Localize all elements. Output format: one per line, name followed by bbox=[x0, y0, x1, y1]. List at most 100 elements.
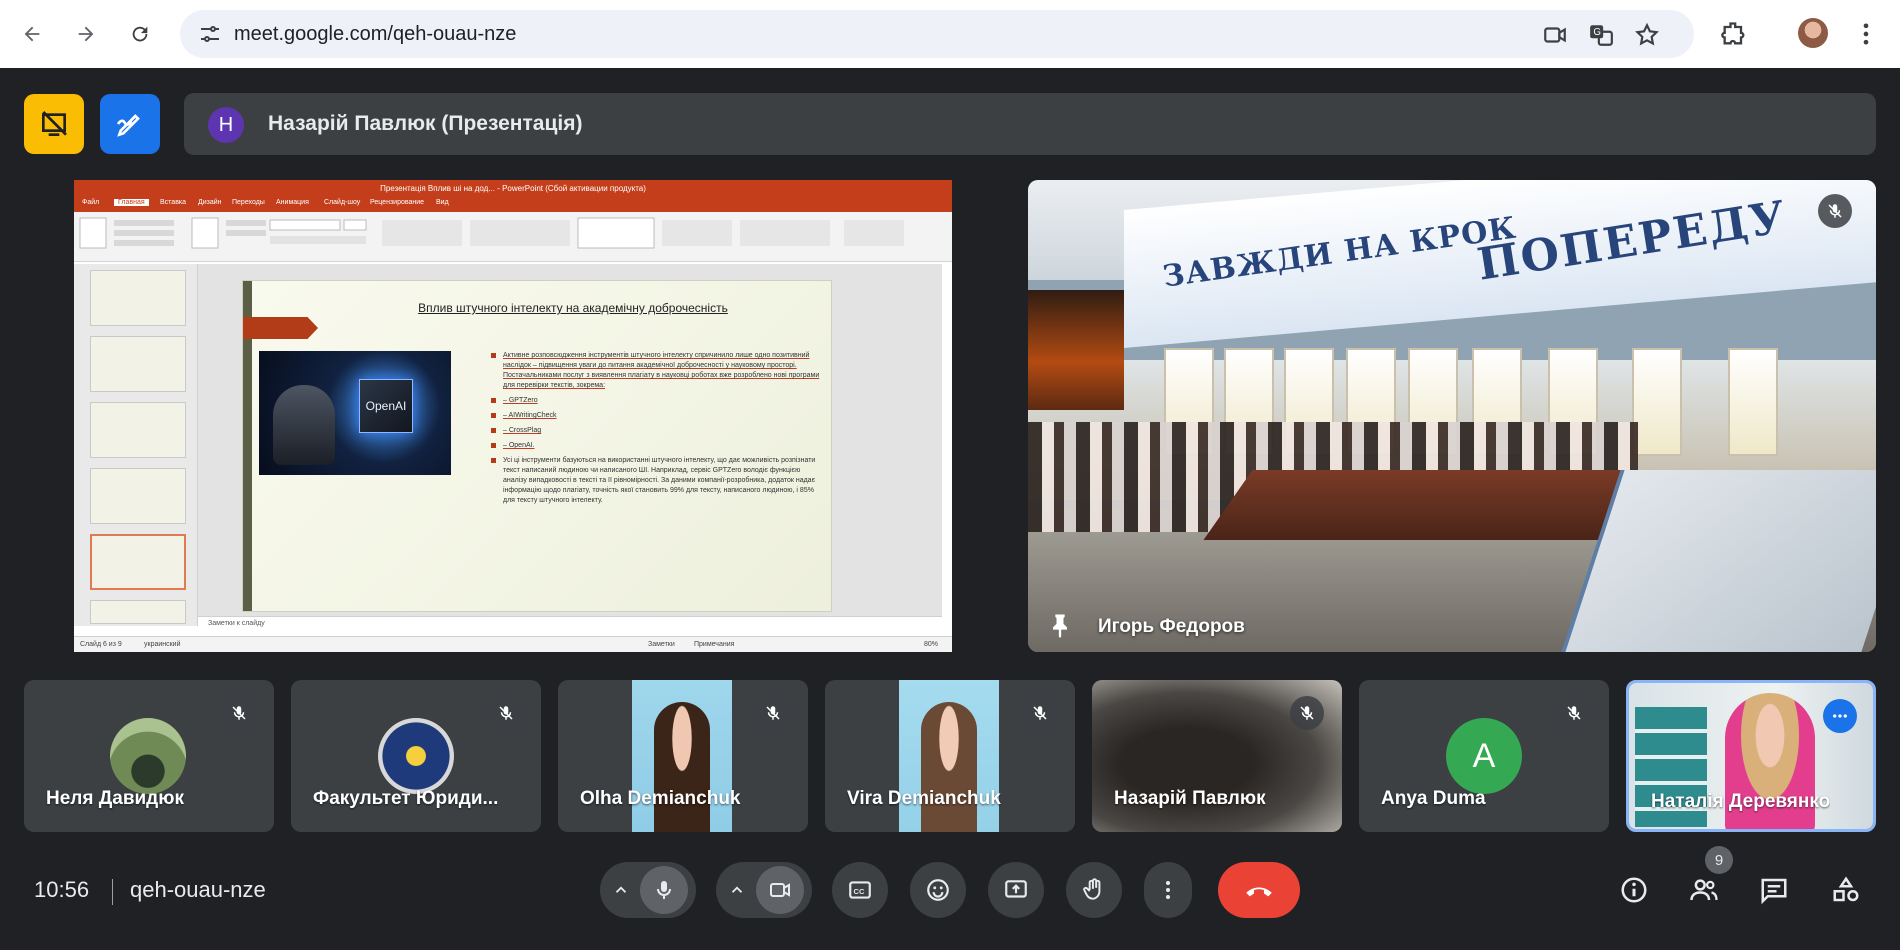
whiteboard-off-icon bbox=[42, 111, 67, 136]
participant-name: Факультет Юриди... bbox=[313, 788, 499, 809]
translate-icon[interactable]: G bbox=[1588, 22, 1614, 48]
site-settings-icon[interactable] bbox=[198, 22, 222, 46]
url-text[interactable]: meet.google.com/qeh-ouau-nze bbox=[234, 23, 516, 46]
ribbon-tab: Переходы bbox=[232, 199, 265, 206]
browser-toolbar: meet.google.com/qeh-ouau-nze G bbox=[0, 0, 1900, 68]
slide-counter: Слайд 6 из 9 bbox=[80, 641, 122, 648]
microphone-control[interactable] bbox=[600, 862, 696, 918]
activities-button[interactable] bbox=[1828, 872, 1864, 908]
participant-name: Olha Demianchuk bbox=[580, 788, 741, 809]
people-icon bbox=[1690, 879, 1718, 901]
participant-name: Неля Давидюк bbox=[46, 788, 184, 809]
back-arrow-icon[interactable] bbox=[16, 18, 48, 50]
language-status: украинский bbox=[144, 641, 181, 648]
presentation-tile[interactable]: Презентація Вплив ші на дод... - PowerPo… bbox=[74, 180, 952, 652]
emoji-icon bbox=[927, 879, 949, 901]
people-count-badge: 9 bbox=[1705, 846, 1733, 874]
annotate-button[interactable] bbox=[100, 94, 160, 154]
presenter-banner: Н Назарій Павлюк (Презентація) bbox=[184, 93, 1876, 155]
slide-notes[interactable]: Заметки к слайду bbox=[198, 616, 942, 630]
participant-name: Наталія Деревянко bbox=[1651, 791, 1831, 812]
mic-off-icon bbox=[489, 696, 523, 730]
more-options-button[interactable] bbox=[1144, 862, 1192, 918]
participant-tile[interactable]: Назарій Павлюк bbox=[1092, 680, 1342, 832]
bullet-item: Усі ці інструменти базуються на використ… bbox=[491, 456, 821, 506]
ribbon-tab: Вид bbox=[436, 199, 449, 206]
address-bar[interactable]: meet.google.com/qeh-ouau-nze G bbox=[180, 10, 1694, 58]
leave-call-button[interactable] bbox=[1218, 862, 1300, 918]
participant-tile[interactable]: Vira Demianchuk bbox=[825, 680, 1075, 832]
people-button[interactable] bbox=[1686, 872, 1722, 908]
chat-button[interactable] bbox=[1756, 872, 1792, 908]
microphone-button[interactable] bbox=[640, 866, 688, 914]
more-vert-icon bbox=[1166, 881, 1170, 899]
reactions-button[interactable] bbox=[910, 862, 966, 918]
presenter-label: Назарій Павлюк (Презентація) bbox=[268, 112, 583, 135]
pin-icon[interactable] bbox=[1046, 610, 1074, 640]
forward-arrow-icon[interactable] bbox=[70, 18, 102, 50]
mic-off-icon bbox=[1818, 194, 1852, 228]
participant-tile[interactable]: A Anya Duma bbox=[1359, 680, 1609, 832]
info-icon bbox=[1621, 877, 1647, 903]
camera-icon[interactable] bbox=[1542, 22, 1568, 48]
extensions-icon[interactable] bbox=[1720, 20, 1748, 48]
chevron-up-icon[interactable] bbox=[728, 881, 746, 899]
camera-control[interactable] bbox=[716, 862, 812, 918]
mic-off-icon bbox=[1023, 696, 1057, 730]
activities-shapes-icon bbox=[1833, 876, 1859, 902]
comments-toggle[interactable]: Примечания bbox=[694, 637, 734, 652]
meeting-details-button[interactable] bbox=[1616, 872, 1652, 908]
slide-thumbnail-selected[interactable] bbox=[90, 534, 186, 590]
more-options-icon[interactable] bbox=[1823, 699, 1857, 733]
chip-label: OpenAI bbox=[359, 379, 413, 433]
participant-tile[interactable]: Факультет Юриди... bbox=[291, 680, 541, 832]
ribbon-tab-active: Главная bbox=[114, 199, 149, 206]
slide-thumbnail[interactable] bbox=[90, 468, 186, 524]
raise-hand-button[interactable] bbox=[1066, 862, 1122, 918]
hall-window bbox=[1728, 348, 1778, 456]
openai-chip-image: OpenAI bbox=[259, 351, 451, 475]
robot-figure bbox=[273, 385, 335, 465]
svg-text:CC: CC bbox=[854, 887, 865, 896]
svg-text:G: G bbox=[1593, 27, 1601, 38]
menu-dots-icon[interactable] bbox=[1852, 20, 1880, 48]
ribbon-tab: Дизайн bbox=[198, 199, 222, 206]
mic-off-icon bbox=[1290, 696, 1324, 730]
separator bbox=[112, 879, 113, 905]
slide-thumbnail[interactable] bbox=[90, 402, 186, 458]
bullet-item: – AIWritingCheck bbox=[491, 411, 821, 421]
participant-tile[interactable]: Olha Demianchuk bbox=[558, 680, 808, 832]
bullet-item: Активне розповсюдження інструментів штуч… bbox=[491, 351, 821, 391]
participant-avatar bbox=[110, 718, 186, 794]
pinned-participant-tile[interactable]: ЗАВЖДИ НА КРОК ПОПЕРЕДУ Игорь Федоров bbox=[1028, 180, 1876, 652]
profile-avatar[interactable] bbox=[1798, 18, 1828, 48]
mic-off-icon bbox=[1557, 696, 1591, 730]
participant-name: Vira Demianchuk bbox=[847, 788, 1001, 809]
current-slide: Вплив штучного інтелекту на академічну д… bbox=[242, 280, 832, 612]
participant-name: Игорь Федоров bbox=[1098, 616, 1245, 637]
participant-letter-avatar: A bbox=[1446, 718, 1522, 794]
ribbon-tab: Вставка bbox=[160, 199, 187, 206]
bookmark-star-icon[interactable] bbox=[1634, 22, 1660, 48]
present-screen-icon bbox=[1005, 880, 1027, 898]
powerpoint-status-bar: Слайд 6 из 9 украинский Заметки Примечан… bbox=[74, 636, 952, 652]
sideboard-button[interactable] bbox=[24, 94, 84, 154]
participant-tile[interactable]: Неля Давидюк bbox=[24, 680, 274, 832]
present-screen-button[interactable] bbox=[988, 862, 1044, 918]
presenter-avatar: Н bbox=[208, 107, 244, 143]
ribbon-tab: Рецензирование bbox=[370, 199, 425, 206]
slide-thumbnail[interactable] bbox=[90, 270, 186, 326]
chevron-up-icon[interactable] bbox=[612, 881, 630, 899]
zoom-level[interactable]: 80% bbox=[924, 637, 938, 652]
captions-button[interactable]: CC bbox=[832, 862, 888, 918]
reload-icon[interactable] bbox=[124, 18, 156, 50]
slide-thumbnail[interactable] bbox=[90, 336, 186, 392]
slide-thumbnail[interactable] bbox=[90, 600, 186, 624]
slide-thumbnails-pane bbox=[74, 264, 198, 626]
meeting-code: qeh-ouau-nze bbox=[130, 877, 266, 902]
participant-tile-active[interactable]: Наталія Деревянко bbox=[1626, 680, 1876, 832]
participant-name: Назарій Павлюк bbox=[1114, 788, 1266, 809]
bullet-item: – OpenAI. bbox=[491, 441, 821, 451]
camera-button[interactable] bbox=[756, 866, 804, 914]
notes-toggle[interactable]: Заметки bbox=[648, 637, 675, 652]
